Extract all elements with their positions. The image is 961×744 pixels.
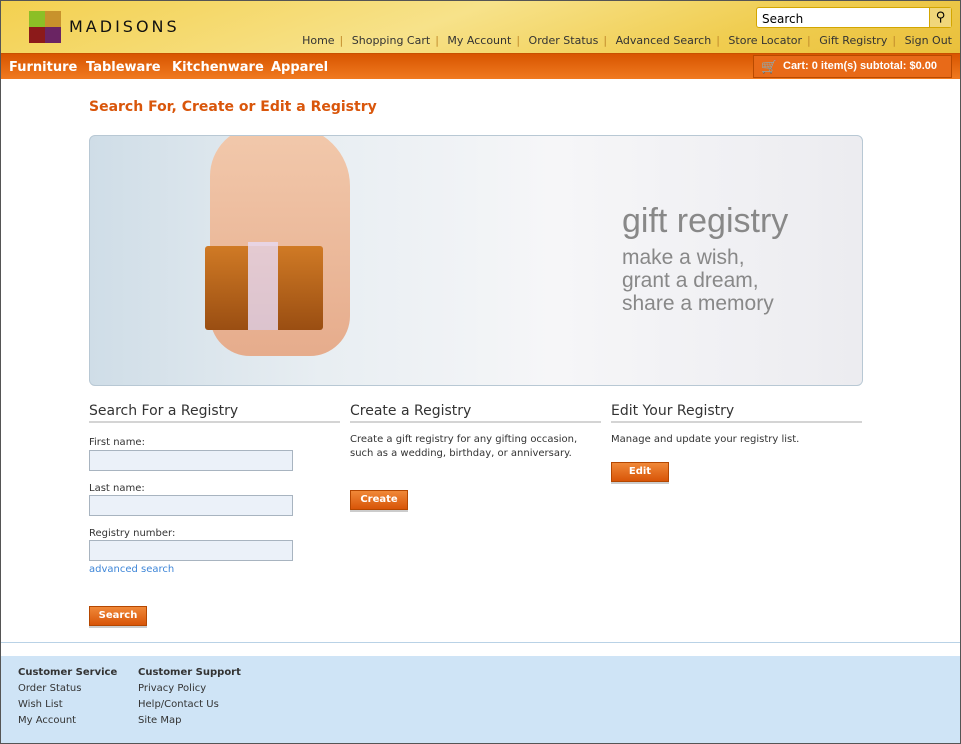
category-nav: Furniture Tableware Kitchenware Apparel …: [1, 53, 960, 79]
footer-site-map[interactable]: Site Map: [138, 713, 241, 729]
nav-tableware[interactable]: Tableware: [86, 60, 161, 75]
top-links: Home | Shopping Cart | My Account | Order S…: [302, 34, 952, 47]
link-shopping-cart[interactable]: Shopping Cart: [352, 34, 430, 47]
search-heading: Search For a Registry: [89, 403, 340, 423]
logo-text: MADISONS: [69, 17, 180, 36]
madisons-logo[interactable]: [29, 11, 61, 43]
first-name-input[interactable]: [89, 450, 293, 471]
ribbon-image: [248, 242, 278, 330]
customer-support-links: Customer Support Privacy Policy Help/Con…: [138, 665, 241, 729]
header: MADISONS ⚲ Home| Shopping Cart| My Accou…: [1, 1, 960, 53]
mini-cart[interactable]: 🛒 Cart: 0 item(s) subtotal: $0.00: [753, 55, 952, 78]
customer-service-title: Customer Service: [18, 667, 118, 678]
search-button[interactable]: Search: [89, 606, 147, 626]
search-input[interactable]: [757, 9, 927, 29]
create-button[interactable]: Create: [350, 490, 408, 510]
customer-service-links: Customer Service Order Status Wish List …: [18, 665, 117, 729]
banner-headline: gift registry: [622, 202, 789, 240]
nav-furniture[interactable]: Furniture: [9, 60, 77, 75]
footer-order-status[interactable]: Order Status: [18, 681, 117, 697]
footer-wish-list[interactable]: Wish List: [18, 697, 117, 713]
edit-button[interactable]: Edit: [611, 462, 669, 482]
first-name-label: First name:: [89, 437, 145, 448]
edit-heading: Edit Your Registry: [611, 403, 862, 423]
page-title: Search For, Create or Edit a Registry: [89, 99, 377, 115]
search-registry-section: Search For a Registry First name: Last n…: [89, 403, 340, 633]
footer-help-contact[interactable]: Help/Contact Us: [138, 697, 241, 713]
cart-icon: 🛒: [761, 59, 778, 74]
nav-apparel[interactable]: Apparel: [271, 60, 328, 75]
edit-text: Manage and update your registry list.: [611, 434, 800, 445]
link-order-status[interactable]: Order Status: [529, 34, 599, 47]
link-store-locator[interactable]: Store Locator: [728, 34, 802, 47]
advanced-search-link[interactable]: advanced search: [89, 564, 174, 575]
footer: Customer Service Order Status Wish List …: [1, 656, 960, 743]
nav-kitchenware[interactable]: Kitchenware: [172, 60, 264, 75]
gift-registry-banner: gift registry make a wish, grant a dream…: [89, 135, 863, 386]
search-box: ⚲: [756, 7, 952, 29]
create-text: Create a gift registry for any gifting o…: [350, 434, 578, 459]
banner-line: make a wish,: [622, 246, 745, 269]
link-gift-registry[interactable]: Gift Registry: [819, 34, 887, 47]
search-icon[interactable]: ⚲: [929, 8, 951, 27]
link-home[interactable]: Home: [302, 34, 334, 47]
customer-support-title: Customer Support: [138, 667, 241, 678]
banner-line: grant a dream,: [622, 269, 759, 292]
registry-number-label: Registry number:: [89, 528, 176, 539]
registry-number-input[interactable]: [89, 540, 293, 561]
main-content: Search For, Create or Edit a Registry gi…: [1, 81, 960, 643]
banner-line: share a memory: [622, 292, 774, 315]
edit-registry-section: Edit Your Registry Manage and update you…: [611, 403, 862, 503]
last-name-input[interactable]: [89, 495, 293, 516]
last-name-label: Last name:: [89, 483, 145, 494]
footer-my-account[interactable]: My Account: [18, 713, 117, 729]
cart-summary: Cart: 0 item(s) subtotal: $0.00: [783, 60, 938, 72]
footer-privacy-policy[interactable]: Privacy Policy: [138, 681, 241, 697]
create-heading: Create a Registry: [350, 403, 601, 423]
link-sign-out[interactable]: Sign Out: [905, 34, 952, 47]
link-advanced-search[interactable]: Advanced Search: [616, 34, 712, 47]
link-my-account[interactable]: My Account: [447, 34, 511, 47]
create-registry-section: Create a Registry Create a gift registry…: [350, 403, 601, 523]
